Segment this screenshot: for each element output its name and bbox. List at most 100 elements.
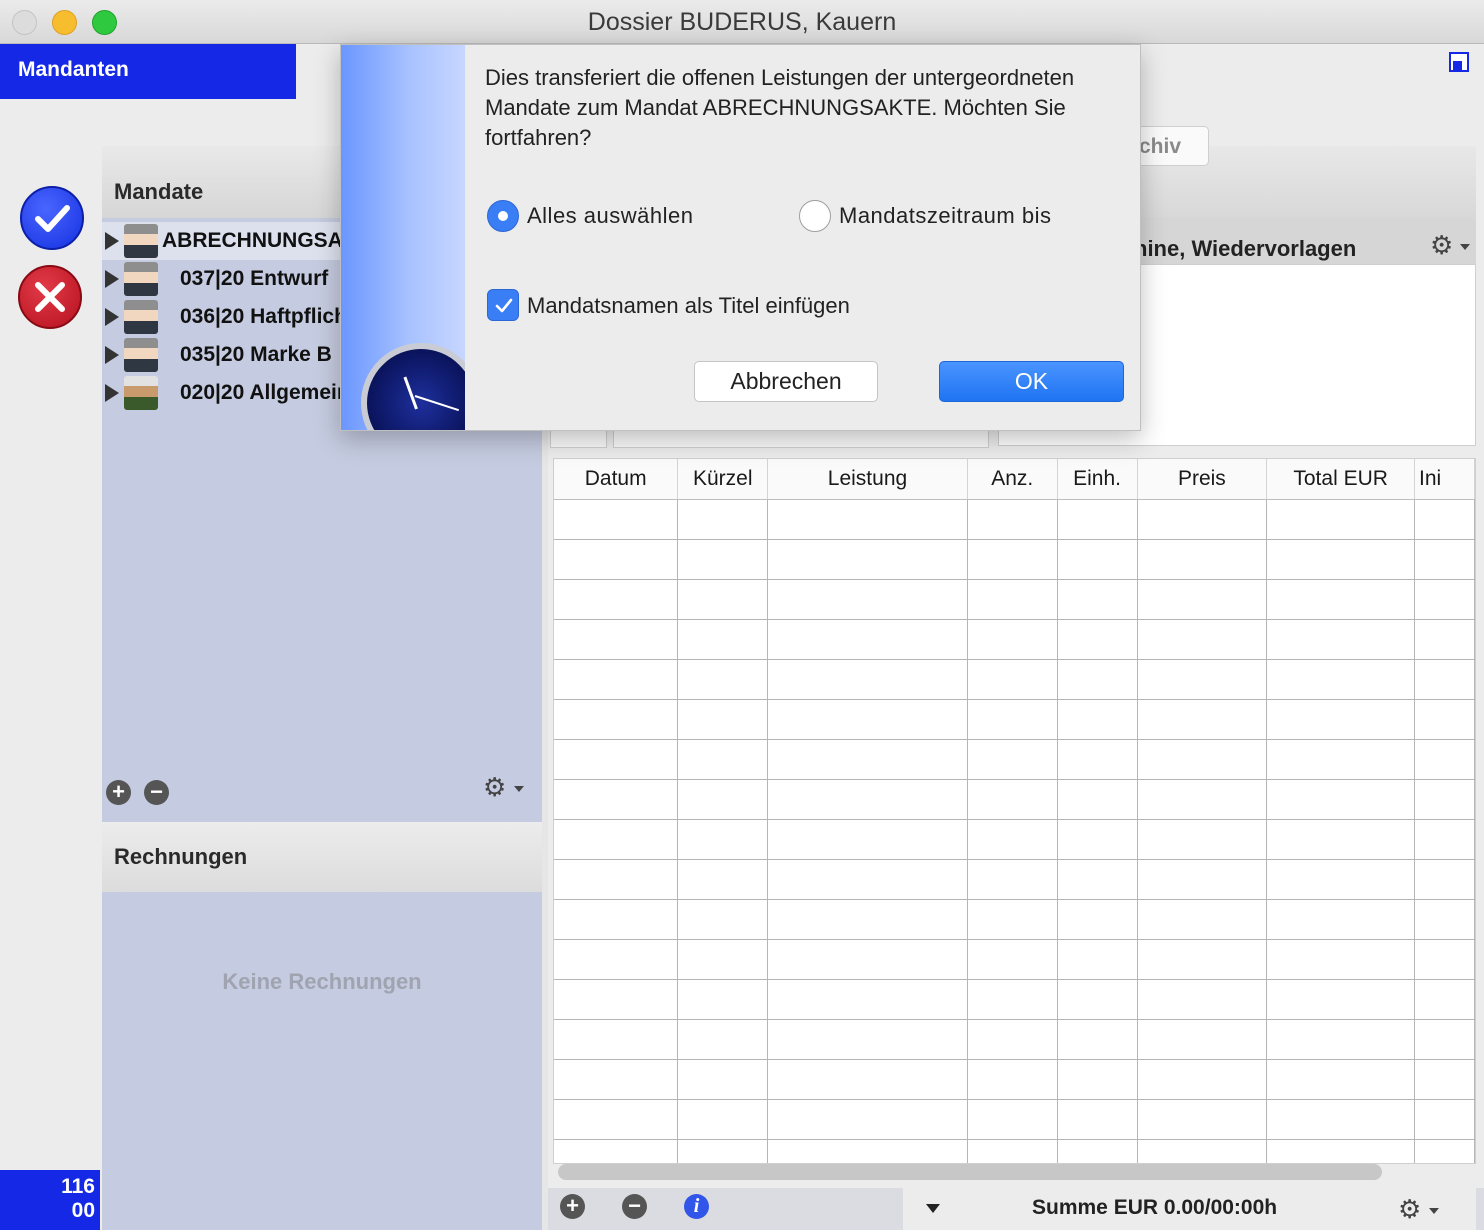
table-cell[interactable] — [1057, 539, 1138, 580]
table-cell[interactable] — [1414, 1099, 1475, 1140]
table-cell[interactable] — [554, 499, 679, 540]
cancel-button[interactable]: Abbrechen — [694, 361, 878, 402]
table-cell[interactable] — [967, 859, 1058, 900]
table-row[interactable] — [554, 579, 1475, 620]
disclosure-triangle-icon[interactable] — [105, 346, 119, 364]
table-row[interactable] — [554, 1019, 1475, 1060]
table-cell[interactable] — [677, 499, 769, 540]
table-cell[interactable] — [1414, 699, 1475, 740]
table-cell[interactable] — [677, 1059, 769, 1100]
table-row[interactable] — [554, 1099, 1475, 1140]
table-cell[interactable] — [1414, 779, 1475, 820]
table-cell[interactable] — [554, 579, 679, 620]
table-row[interactable] — [554, 1059, 1475, 1100]
column-header-leistung[interactable]: Leistung — [767, 459, 968, 500]
table-cell[interactable] — [767, 939, 968, 980]
table-cell[interactable] — [1057, 979, 1138, 1020]
remove-leistung-button[interactable]: − — [622, 1194, 647, 1219]
table-cell[interactable] — [1414, 1139, 1475, 1163]
mandanten-tab[interactable]: Mandanten — [0, 44, 296, 99]
table-cell[interactable] — [967, 1019, 1058, 1060]
table-row[interactable] — [554, 659, 1475, 700]
table-cell[interactable] — [1137, 979, 1268, 1020]
table-cell[interactable] — [1137, 659, 1268, 700]
table-cell[interactable] — [1137, 1059, 1268, 1100]
table-cell[interactable] — [554, 899, 679, 940]
table-cell[interactable] — [1266, 539, 1416, 580]
table-cell[interactable] — [967, 779, 1058, 820]
table-cell[interactable] — [1266, 1139, 1416, 1163]
table-cell[interactable] — [767, 499, 968, 540]
table-cell[interactable] — [1057, 619, 1138, 660]
table-row[interactable] — [554, 979, 1475, 1020]
table-cell[interactable] — [1266, 659, 1416, 700]
table-cell[interactable] — [677, 979, 769, 1020]
add-leistung-button[interactable]: + — [560, 1194, 585, 1219]
table-cell[interactable] — [677, 899, 769, 940]
gear-icon[interactable]: ⚙ — [1430, 230, 1453, 261]
table-cell[interactable] — [1057, 659, 1138, 700]
table-cell[interactable] — [1057, 939, 1138, 980]
horizontal-scrollbar[interactable] — [558, 1164, 1382, 1180]
table-cell[interactable] — [767, 1099, 968, 1140]
table-cell[interactable] — [767, 1139, 968, 1163]
table-cell[interactable] — [967, 899, 1058, 940]
table-cell[interactable] — [1414, 499, 1475, 540]
table-cell[interactable] — [554, 539, 679, 580]
column-header-ini[interactable]: Ini — [1414, 459, 1475, 500]
table-cell[interactable] — [1266, 779, 1416, 820]
table-cell[interactable] — [677, 819, 769, 860]
table-row[interactable] — [554, 779, 1475, 820]
table-cell[interactable] — [554, 939, 679, 980]
table-cell[interactable] — [554, 739, 679, 780]
table-cell[interactable] — [967, 939, 1058, 980]
table-cell[interactable] — [677, 1019, 769, 1060]
table-cell[interactable] — [554, 659, 679, 700]
gear-icon[interactable]: ⚙ — [483, 772, 506, 803]
table-cell[interactable] — [1057, 899, 1138, 940]
table-cell[interactable] — [554, 979, 679, 1020]
table-row[interactable] — [554, 939, 1475, 980]
table-cell[interactable] — [967, 499, 1058, 540]
table-cell[interactable] — [1057, 699, 1138, 740]
table-cell[interactable] — [1137, 939, 1268, 980]
table-cell[interactable] — [767, 699, 968, 740]
table-cell[interactable] — [677, 619, 769, 660]
table-cell[interactable] — [1414, 899, 1475, 940]
table-cell[interactable] — [967, 699, 1058, 740]
table-cell[interactable] — [767, 859, 968, 900]
table-cell[interactable] — [1057, 1019, 1138, 1060]
table-cell[interactable] — [554, 779, 679, 820]
table-cell[interactable] — [677, 939, 769, 980]
maximize-icon[interactable] — [1449, 52, 1469, 72]
disclosure-triangle-icon[interactable] — [105, 232, 119, 250]
ok-button[interactable]: OK — [939, 361, 1124, 402]
table-cell[interactable] — [1057, 579, 1138, 620]
table-cell[interactable] — [677, 579, 769, 620]
add-mandate-button[interactable]: + — [106, 780, 131, 805]
table-cell[interactable] — [677, 659, 769, 700]
confirm-button[interactable] — [20, 186, 84, 250]
table-cell[interactable] — [1266, 579, 1416, 620]
table-cell[interactable] — [967, 1059, 1058, 1100]
table-cell[interactable] — [967, 579, 1058, 620]
table-row[interactable] — [554, 899, 1475, 940]
table-cell[interactable] — [767, 899, 968, 940]
table-row[interactable] — [554, 499, 1475, 540]
table-row[interactable] — [554, 1139, 1475, 1163]
table-cell[interactable] — [767, 739, 968, 780]
table-cell[interactable] — [1266, 699, 1416, 740]
table-cell[interactable] — [1414, 1019, 1475, 1060]
checkbox-label-mandatsnamen[interactable]: Mandatsnamen als Titel einfügen — [527, 293, 850, 319]
table-cell[interactable] — [967, 819, 1058, 860]
table-cell[interactable] — [554, 1019, 679, 1060]
table-cell[interactable] — [967, 619, 1058, 660]
table-cell[interactable] — [767, 819, 968, 860]
table-cell[interactable] — [1266, 939, 1416, 980]
table-cell[interactable] — [1266, 499, 1416, 540]
table-row[interactable] — [554, 619, 1475, 660]
table-row[interactable] — [554, 859, 1475, 900]
table-cell[interactable] — [1057, 499, 1138, 540]
table-cell[interactable] — [554, 1059, 679, 1100]
column-header-kuerzel[interactable]: Kürzel — [677, 459, 769, 500]
